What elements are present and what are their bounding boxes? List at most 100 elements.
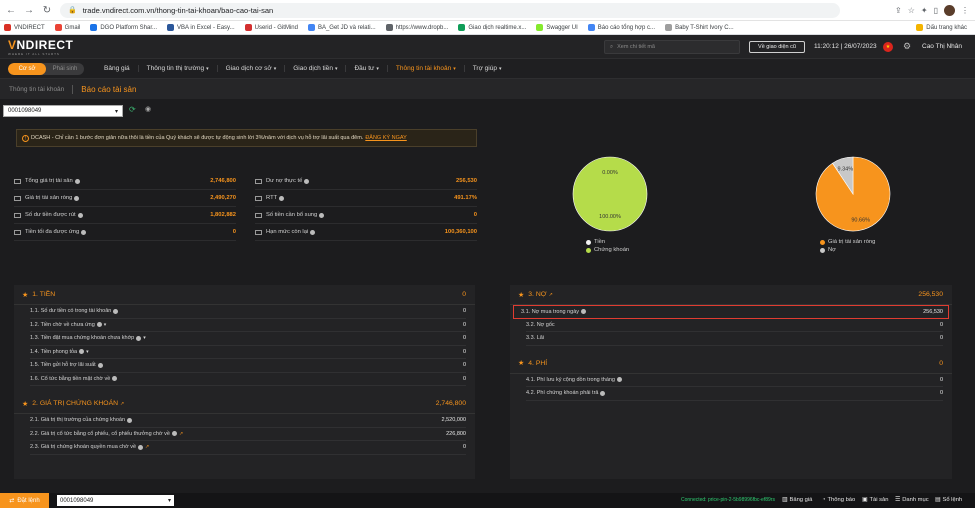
- chevron-down-icon: ▾: [498, 66, 502, 72]
- account-select[interactable]: 0001098049 ▾: [3, 105, 123, 117]
- info-icon[interactable]: [74, 178, 80, 184]
- bookmark-item[interactable]: Userid - GitMind: [244, 24, 298, 31]
- chevron-down-icon[interactable]: ▾: [104, 322, 107, 328]
- forward-icon[interactable]: →: [22, 3, 36, 17]
- info-icon[interactable]: [304, 178, 310, 184]
- detail-label: 1.3. Tiền đặt mua chứng khoán chưa khớp: [30, 335, 135, 342]
- chevron-down-icon[interactable]: ▾: [86, 349, 89, 355]
- info-icon[interactable]: [96, 322, 102, 328]
- external-link-icon[interactable]: ↗: [120, 401, 124, 407]
- bookmark-item[interactable]: VNDIRECT: [4, 24, 45, 31]
- bookmark-label: Báo cáo tổng hợp c...: [597, 24, 656, 31]
- section-header[interactable]: ★ 3. NỢ ↗ 256,530: [510, 285, 952, 305]
- bookmark-item[interactable]: DGO Platform Shar...: [90, 24, 157, 31]
- bookmark-item[interactable]: Giao dịch realtime.x...: [458, 24, 526, 31]
- footer-item[interactable]: ◔bell-iconThông báo: [822, 497, 855, 503]
- vietnam-flag-icon[interactable]: ★: [883, 42, 893, 52]
- wallet-icon: [14, 195, 21, 201]
- market-mode-toggle[interactable]: Cơ sở Phái sinh: [8, 62, 84, 75]
- vndirect-logo[interactable]: VNDIRECT WHERE IT ALL STARTS: [8, 38, 73, 56]
- bookmark-item[interactable]: Baby T-Shirt Ivory C...: [665, 24, 734, 31]
- asset-allocation-pie: 0.00% 100.00%: [572, 156, 648, 232]
- menu-item[interactable]: Đầu tư ▾: [346, 65, 388, 72]
- section-header[interactable]: ★ 4. PHÍ 0: [510, 354, 952, 374]
- external-link-icon[interactable]: ↗: [179, 431, 183, 437]
- menu-item[interactable]: Giao dịch tiền ▾: [285, 65, 347, 72]
- bookmark-item[interactable]: Báo cáo tổng hợp c...: [587, 24, 656, 31]
- footer-item[interactable]: ▥chart-iconBảng giá: [782, 497, 812, 503]
- info-icon[interactable]: [136, 335, 142, 341]
- info-icon[interactable]: [79, 349, 85, 355]
- menu-item[interactable]: Bảng giá: [96, 65, 139, 72]
- user-name[interactable]: Cao Thị Nhân: [922, 43, 962, 50]
- breadcrumb-parent[interactable]: Thông tin tài khoản: [9, 86, 64, 93]
- info-icon[interactable]: [112, 376, 118, 382]
- star-icon[interactable]: ☆: [908, 6, 915, 15]
- stat-row: Giá trị tài sản ròng 2,490,270: [14, 190, 236, 207]
- stat-row: Tiền tối đa được ứng 0: [14, 224, 236, 241]
- info-icon[interactable]: [138, 444, 144, 450]
- footer-account-select[interactable]: 0001098049 ▾: [57, 495, 174, 506]
- asset-allocation-legend: Tiền Chứng khoán: [586, 238, 629, 254]
- back-icon[interactable]: ←: [4, 3, 18, 17]
- menu-item-label: Trợ giúp: [472, 65, 497, 72]
- footer-item[interactable]: ▣wallet-iconTài sản: [862, 497, 889, 503]
- extensions-icon[interactable]: ✦: [921, 6, 928, 15]
- menu-icon[interactable]: ⋮: [961, 6, 969, 15]
- mode-derivative[interactable]: Phái sinh: [46, 63, 84, 75]
- info-icon[interactable]: [279, 195, 285, 201]
- place-order-button[interactable]: ⇄ Đặt lệnh: [0, 493, 49, 508]
- stock-search-input[interactable]: ⌕ Xem chi tiết mã: [604, 40, 740, 54]
- bookmark-item[interactable]: BA_Get JD và relati...: [307, 24, 376, 31]
- stat-value: 1,802,882: [210, 212, 236, 218]
- footer-item-glyph: ▥: [782, 497, 788, 503]
- bookmark-item[interactable]: Swagger UI: [536, 24, 578, 31]
- reload-icon[interactable]: ↻: [40, 3, 54, 17]
- mode-basic[interactable]: Cơ sở: [8, 62, 46, 75]
- external-link-icon[interactable]: ↗: [549, 292, 553, 298]
- external-link-icon[interactable]: ↗: [145, 444, 149, 450]
- profile-avatar[interactable]: [944, 4, 955, 16]
- chevron-down-icon[interactable]: ▾: [143, 335, 146, 341]
- menu-item[interactable]: Giao dịch cơ sở ▾: [218, 65, 286, 72]
- sidebar-icon[interactable]: ▯: [934, 6, 938, 15]
- place-order-label: Đặt lệnh: [17, 497, 40, 504]
- menu-item[interactable]: Trợ giúp ▾: [465, 65, 510, 72]
- bookmark-folder-other[interactable]: Dấu trang khác: [916, 24, 967, 31]
- info-icon[interactable]: [310, 229, 316, 235]
- info-icon[interactable]: [74, 195, 80, 201]
- refresh-icon[interactable]: ⟳: [129, 105, 136, 114]
- section-title: 4. PHÍ: [528, 359, 548, 367]
- stat-value: 2,490,270: [210, 195, 236, 201]
- bookmark-item[interactable]: https://www.dropb...: [385, 24, 448, 31]
- old-ui-button[interactable]: Về giao diện cũ: [749, 41, 805, 53]
- menu-item[interactable]: Thông tin thị trường ▾: [139, 65, 218, 72]
- info-icon[interactable]: [77, 212, 83, 218]
- share-icon[interactable]: ⇪: [895, 6, 902, 15]
- stat-value: 2,746,800: [210, 178, 236, 184]
- info-icon[interactable]: [81, 229, 87, 235]
- footer-item[interactable]: ▤book-iconSổ lệnh: [935, 497, 962, 503]
- eye-icon[interactable]: ◉: [145, 105, 151, 113]
- address-bar[interactable]: 🔒 trade.vndirect.com.vn/thong-tin-tai-kh…: [60, 2, 840, 18]
- section-value: 0: [462, 291, 466, 298]
- gear-icon[interactable]: ⚙: [903, 41, 911, 52]
- info-icon[interactable]: [617, 377, 622, 383]
- footer-item[interactable]: ☰list-iconDanh mục: [895, 497, 929, 503]
- info-icon[interactable]: [127, 417, 133, 423]
- info-icon[interactable]: [319, 212, 325, 218]
- register-now-link[interactable]: ĐĂNG KÝ NGAY: [365, 135, 406, 141]
- wallet-icon: [255, 212, 262, 218]
- info-icon[interactable]: [97, 362, 103, 368]
- info-icon[interactable]: [113, 308, 119, 314]
- info-icon[interactable]: [600, 390, 606, 396]
- menu-item-label: Giao dịch tiền: [293, 65, 333, 72]
- bookmark-item[interactable]: VBA in Excel - Easy...: [167, 24, 235, 31]
- section-header[interactable]: ★ 2. GIÁ TRỊ CHỨNG KHOÁN ↗ 2,746,800: [14, 394, 475, 414]
- info-icon[interactable]: [581, 309, 587, 315]
- menu-item[interactable]: Thông tin tài khoản ▾: [388, 65, 465, 72]
- detail-value: 0: [462, 362, 466, 369]
- section-header[interactable]: ★ 1. TIỀN 0: [14, 285, 475, 305]
- info-icon[interactable]: [171, 431, 177, 437]
- bookmark-item[interactable]: Gmail: [54, 24, 80, 31]
